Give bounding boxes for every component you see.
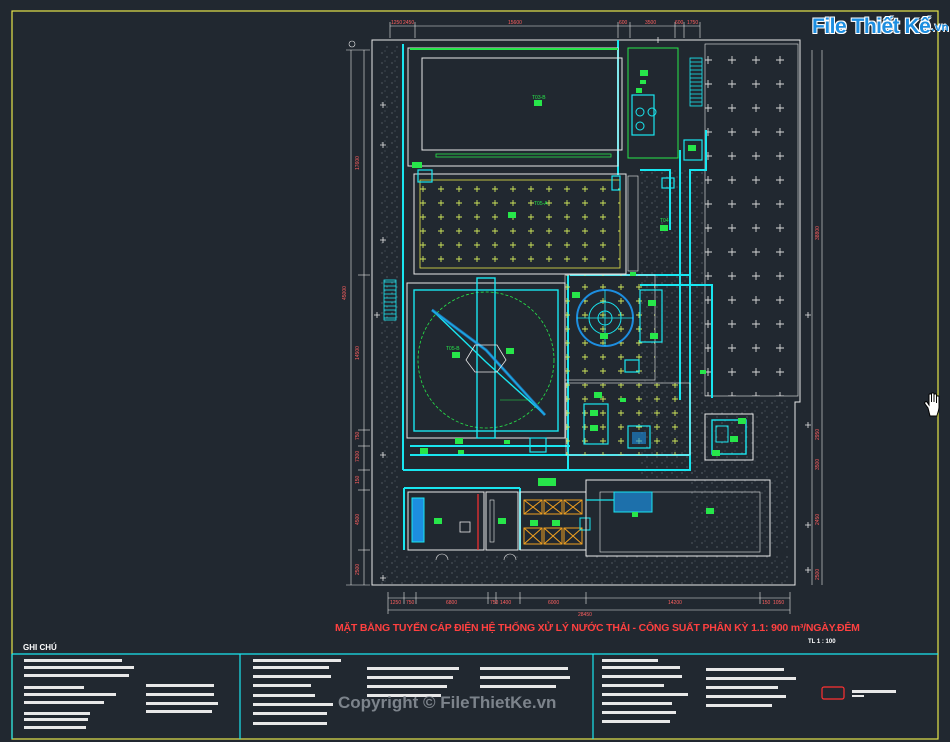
svg-text:600: 600: [675, 20, 684, 26]
tank-label: T05-B: [446, 346, 460, 352]
svg-text:2500: 2500: [815, 569, 821, 580]
svg-text:3500: 3500: [645, 20, 656, 26]
svg-text:38800: 38800: [815, 226, 821, 240]
svg-text:3500: 3500: [815, 459, 821, 470]
svg-text:28450: 28450: [578, 612, 592, 618]
logo-tld: .vn: [931, 20, 949, 34]
svg-text:1050: 1050: [773, 600, 784, 606]
svg-text:4500: 4500: [355, 514, 361, 525]
tank-aeration: [419, 179, 621, 269]
svg-text:1250: 1250: [391, 20, 402, 26]
svg-text:2950: 2950: [815, 429, 821, 440]
svg-text:6000: 6000: [548, 600, 559, 606]
svg-text:1750: 1750: [687, 20, 698, 26]
site-logo[interactable]: File Thiết Kế .vn: [812, 12, 949, 42]
green-area: [704, 43, 799, 397]
notes-title: GHI CHÚ: [23, 643, 57, 652]
svg-text:2450: 2450: [815, 514, 821, 525]
svg-text:750: 750: [490, 600, 499, 606]
svg-text:150: 150: [762, 600, 771, 606]
svg-text:600: 600: [619, 20, 628, 26]
svg-text:750: 750: [406, 600, 415, 606]
tank-label: T04: [660, 218, 669, 224]
svg-text:6800: 6800: [446, 600, 457, 606]
svg-text:150: 150: [355, 475, 361, 484]
svg-text:14200: 14200: [668, 600, 682, 606]
tank-label: T05-A: [534, 201, 548, 207]
svg-text:2500: 2500: [355, 564, 361, 575]
svg-text:17600: 17600: [355, 156, 361, 170]
logo-brand: File Thiết Kế: [812, 15, 931, 38]
svg-text:15600: 15600: [508, 20, 522, 26]
hand-cursor-icon: [924, 392, 940, 417]
svg-text:45000: 45000: [342, 286, 348, 300]
tank-clarifier: [406, 282, 566, 439]
svg-text:7300: 7300: [355, 451, 361, 462]
legend-swatch: [821, 686, 845, 700]
svg-text:14500: 14500: [355, 346, 361, 360]
svg-text:1250: 1250: [390, 600, 401, 606]
svg-text:1400: 1400: [500, 600, 511, 606]
svg-text:2450: 2450: [403, 20, 414, 26]
svg-text:750: 750: [355, 431, 361, 440]
drawing-scale: TL 1 : 100: [808, 639, 836, 645]
copyright-watermark: Copyright © FileThietKe.vn: [338, 693, 557, 712]
tank-label: T03-B: [532, 95, 546, 101]
tank-large-top: [407, 47, 619, 167]
drawing-title: MẶT BẰNG TUYẾN CÁP ĐIỆN HỆ THỐNG XỬ LÝ N…: [335, 622, 860, 634]
